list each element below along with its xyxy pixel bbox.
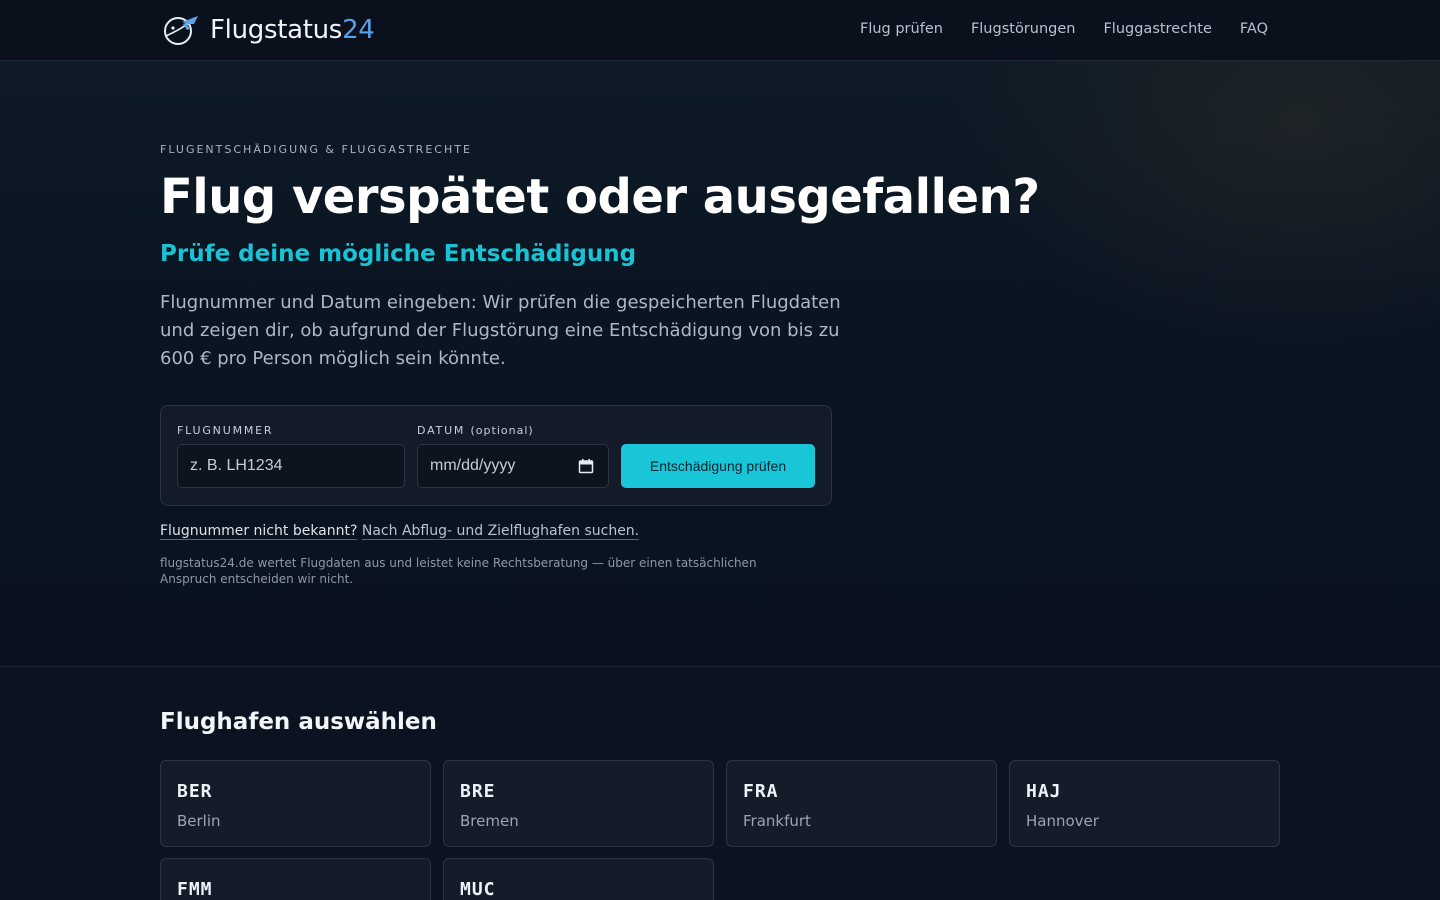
hero-lead-text: Flugnummer und Datum eingeben: Wir prüfe… bbox=[160, 292, 841, 369]
site-logo[interactable]: Flugstatus24 bbox=[160, 12, 375, 48]
legal-disclaimer: flugstatus24.de wertet Flugdaten aus und… bbox=[160, 556, 757, 586]
date-placeholder: mm/dd/yyyy bbox=[430, 457, 516, 474]
nav-link-faq[interactable]: FAQ bbox=[1240, 21, 1268, 37]
airport-card-haj[interactable]: HAJ Hannover bbox=[1009, 760, 1280, 847]
airport-card-ber[interactable]: BER Berlin bbox=[160, 760, 431, 847]
check-compensation-button[interactable]: Entschädigung prüfen bbox=[621, 444, 815, 488]
airport-city: Frankfurt bbox=[743, 812, 811, 830]
main-nav: Flug prüfen Flugstörungen Fluggastrechte… bbox=[860, 21, 1268, 37]
page-title: Flug verspätet oder ausgefallen? bbox=[160, 169, 1040, 225]
airport-section-title: Flughafen auswählen bbox=[160, 709, 437, 735]
airport-city: Hannover bbox=[1026, 812, 1099, 830]
plane-globe-icon bbox=[164, 16, 198, 45]
flight-number-input[interactable]: z. B. LH1234 bbox=[177, 444, 405, 488]
airport-code: FRA bbox=[743, 781, 779, 802]
airport-code: MUC bbox=[460, 879, 496, 900]
date-input[interactable]: mm/dd/yyyy bbox=[417, 444, 609, 488]
date-label: DATUM (optional) bbox=[417, 424, 534, 437]
airport-card-muc[interactable]: MUC bbox=[443, 858, 714, 900]
airport-code: BER bbox=[177, 781, 213, 802]
flight-number-placeholder: z. B. LH1234 bbox=[190, 457, 283, 474]
hero-eyebrow: FLUGENTSCHÄDIGUNG & FLUGGASTRECHTE bbox=[160, 143, 472, 156]
airport-card-fra[interactable]: FRA Frankfurt bbox=[726, 760, 997, 847]
hint-question: Flugnummer nicht bekannt? bbox=[160, 523, 358, 540]
airport-city: Berlin bbox=[177, 812, 221, 830]
airport-search-hint: Flugnummer nicht bekannt? Nach Abflug- u… bbox=[160, 523, 640, 540]
flight-number-label: FLUGNUMMER bbox=[177, 424, 274, 437]
airport-card-bre[interactable]: BRE Bremen bbox=[443, 760, 714, 847]
airport-code: FMM bbox=[177, 879, 213, 900]
flight-check-form: FLUGNUMMER z. B. LH1234 DATUM (optional)… bbox=[160, 405, 832, 506]
airport-city: Bremen bbox=[460, 812, 519, 830]
top-navigation-bar: Flugstatus24 Flug prüfen Flugstörungen F… bbox=[0, 0, 1440, 61]
logo-number: 24 bbox=[342, 15, 375, 45]
airport-search-link[interactable]: Nach Abflug- und Zielflughafen suchen. bbox=[361, 523, 640, 540]
nav-link-fluggastrechte[interactable]: Fluggastrechte bbox=[1103, 21, 1211, 37]
airport-code: HAJ bbox=[1026, 781, 1062, 802]
nav-link-flugstoerungen[interactable]: Flugstörungen bbox=[971, 21, 1076, 37]
logo-text: Flugstatus24 bbox=[210, 15, 375, 45]
hero-section: FLUGENTSCHÄDIGUNG & FLUGGASTRECHTE Flug … bbox=[0, 61, 1440, 667]
calendar-icon[interactable] bbox=[578, 458, 594, 474]
date-optional-note: (optional) bbox=[470, 424, 534, 437]
nav-link-flug-pruefen[interactable]: Flug prüfen bbox=[860, 21, 943, 37]
airport-code: BRE bbox=[460, 781, 496, 802]
airport-card-fmm[interactable]: FMM bbox=[160, 858, 431, 900]
page-subtitle: Prüfe deine mögliche Entschädigung bbox=[160, 241, 637, 267]
